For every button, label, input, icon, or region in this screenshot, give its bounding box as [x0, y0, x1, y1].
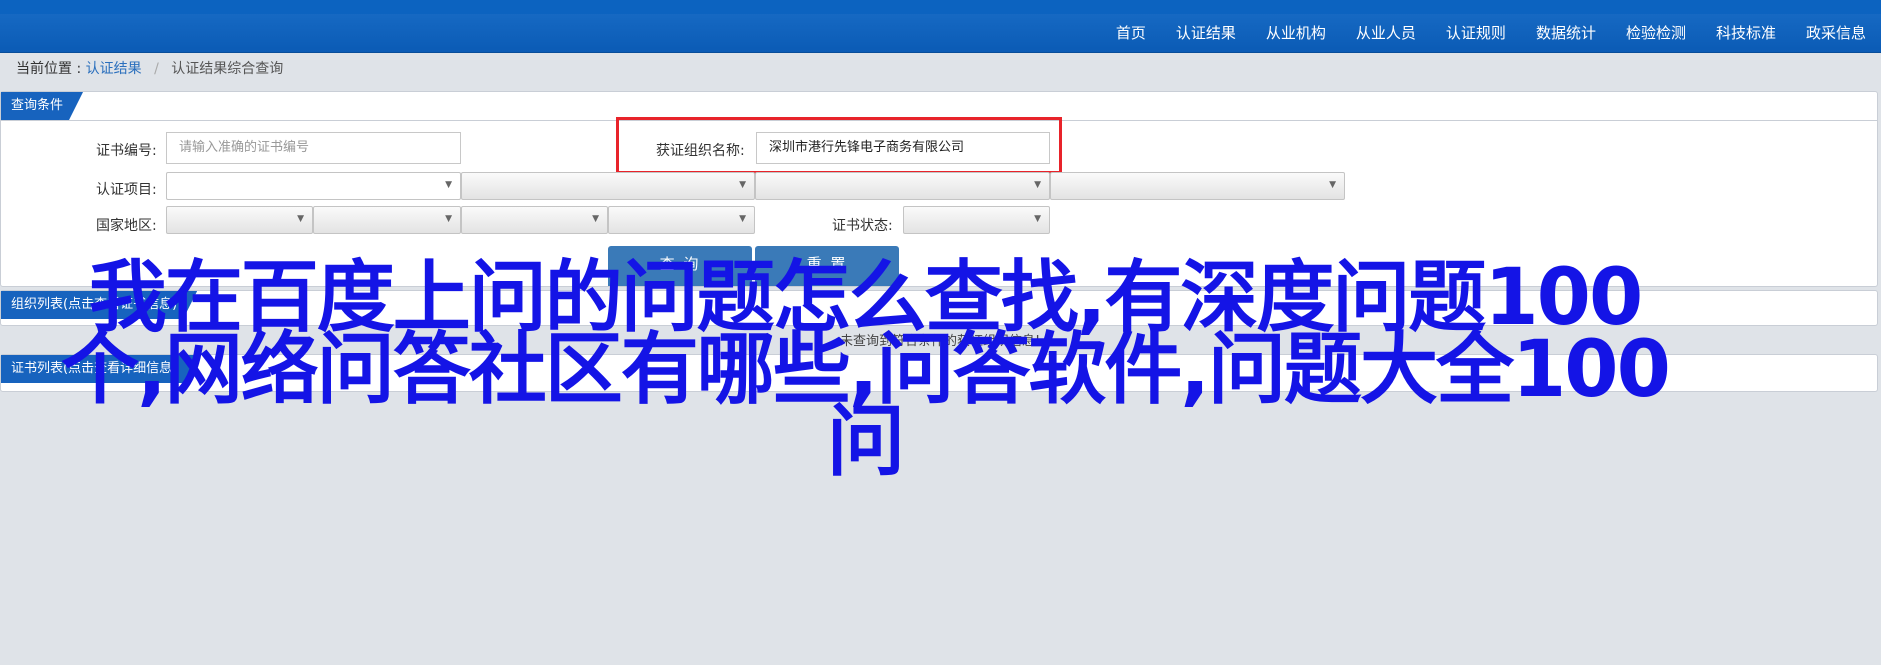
- chevron-down-icon: ▼: [445, 180, 452, 190]
- nav-item-cert-results[interactable]: 认证结果: [1161, 14, 1251, 52]
- overlay-headline: 我在百度上问的问题怎么查找,有深度问题100个,网络问答社区有哪些,问答软件,问…: [61, 253, 1671, 487]
- region-label: 国家地区:: [96, 218, 157, 234]
- nav-item-institutions[interactable]: 从业机构: [1251, 14, 1341, 52]
- breadcrumb-prefix: 当前位置 :: [16, 61, 82, 77]
- cert-status-label: 证书状态:: [832, 218, 893, 234]
- breadcrumb-separator: /: [154, 61, 159, 77]
- cert-no-label: 证书编号:: [96, 143, 157, 159]
- region-select-1[interactable]: ▼: [166, 206, 313, 234]
- chevron-down-icon: ▼: [1034, 180, 1041, 190]
- cert-project-select-3[interactable]: ▼: [755, 172, 1050, 200]
- chevron-down-icon: ▼: [445, 214, 452, 224]
- region-select-4[interactable]: ▼: [608, 206, 755, 234]
- nav-item-inspection[interactable]: 检验检测: [1611, 14, 1701, 52]
- chevron-down-icon: ▼: [739, 180, 746, 190]
- chevron-down-icon: ▼: [1034, 214, 1041, 224]
- nav-item-standards[interactable]: 科技标准: [1701, 14, 1791, 52]
- nav-item-procurement[interactable]: 政采信息: [1791, 14, 1881, 52]
- cert-project-select-1[interactable]: ▼: [166, 172, 461, 200]
- chevron-down-icon: ▼: [297, 214, 304, 224]
- breadcrumb-current: 认证结果综合查询: [171, 61, 284, 77]
- chevron-down-icon: ▼: [739, 214, 746, 224]
- nav-item-cert-rules[interactable]: 认证规则: [1431, 14, 1521, 52]
- highlight-box: [616, 117, 1062, 174]
- header-banner-strip: [0, 0, 1881, 14]
- breadcrumb: 当前位置 : 认证结果 / 认证结果综合查询: [16, 58, 283, 78]
- cert-status-select[interactable]: ▼: [903, 206, 1050, 234]
- cert-project-select-4[interactable]: ▼: [1050, 172, 1345, 200]
- breadcrumb-link-cert-results[interactable]: 认证结果: [86, 61, 142, 77]
- nav-item-home[interactable]: 首页: [1101, 14, 1161, 52]
- cert-project-label: 认证项目:: [96, 182, 157, 198]
- chevron-down-icon: ▼: [1329, 180, 1336, 190]
- region-select-3[interactable]: ▼: [461, 206, 608, 234]
- query-panel-title: 查询条件: [1, 92, 83, 120]
- chevron-down-icon: ▼: [592, 214, 599, 224]
- nav-item-statistics[interactable]: 数据统计: [1521, 14, 1611, 52]
- region-select-2[interactable]: ▼: [313, 206, 461, 234]
- main-nav: 首页 认证结果 从业机构 从业人员 认证规则 数据统计 检验检测 科技标准 政采…: [1101, 14, 1881, 52]
- cert-no-input[interactable]: 请输入准确的证书编号: [166, 132, 461, 164]
- top-nav-bar: 首页 认证结果 从业机构 从业人员 认证规则 数据统计 检验检测 科技标准 政采…: [0, 0, 1881, 53]
- nav-item-personnel[interactable]: 从业人员: [1341, 14, 1431, 52]
- cert-project-select-2[interactable]: ▼: [461, 172, 755, 200]
